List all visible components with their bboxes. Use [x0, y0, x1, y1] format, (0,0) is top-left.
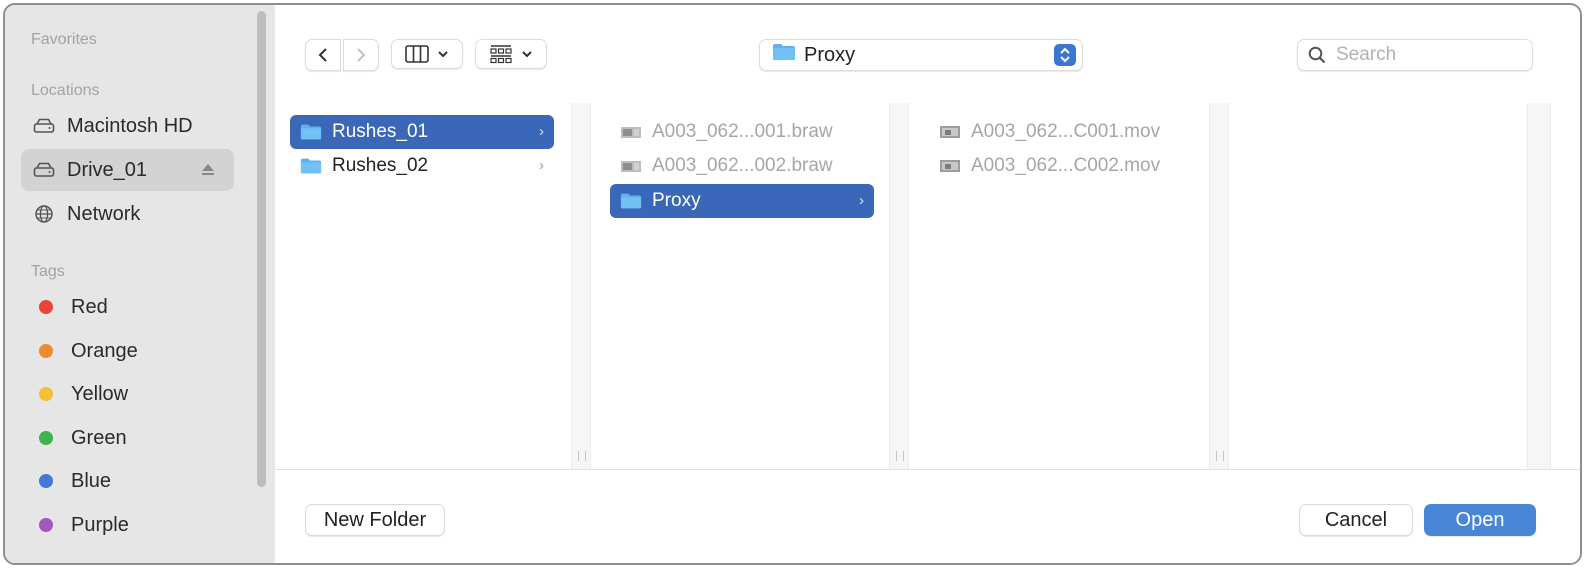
sidebar-item-network[interactable]: Network — [21, 193, 234, 235]
red-tag-dot-icon — [39, 300, 53, 314]
item-label: A003_062...C002.mov — [971, 155, 1161, 176]
search-icon — [1308, 46, 1326, 64]
column-3: A003_062...C001.mov A003_062...C002.mov — [909, 103, 1209, 469]
video-file-icon — [620, 124, 642, 140]
column-4 — [1229, 103, 1527, 469]
chevron-left-icon — [318, 48, 327, 62]
list-item-proxy[interactable]: Proxy › — [610, 184, 874, 218]
chevron-right-icon: › — [539, 123, 544, 140]
item-label: Proxy — [652, 190, 701, 211]
column-browser: Rushes_01 › Rushes_02 › A003_062...001.b… — [275, 103, 1580, 470]
video-thumbnail-icon — [939, 158, 961, 174]
sidebar-item-drive-01[interactable]: Drive_01 — [21, 149, 234, 191]
eject-icon[interactable] — [200, 160, 216, 178]
sidebar: Favorites Locations Macintosh HD Drive_0… — [5, 5, 275, 563]
column-resize-handle[interactable] — [1527, 103, 1551, 469]
cancel-button[interactable]: Cancel — [1299, 504, 1413, 536]
column-resize-handle[interactable] — [1209, 103, 1229, 469]
list-item-rushes-02[interactable]: Rushes_02 › — [290, 149, 554, 183]
grip-icon — [578, 451, 586, 461]
item-label: Rushes_01 — [332, 121, 429, 142]
list-item-mov-c001[interactable]: A003_062...C001.mov — [929, 115, 1199, 149]
folder-icon — [772, 43, 796, 67]
tag-green[interactable]: Green — [21, 417, 234, 459]
sidebar-scrollbar[interactable] — [257, 11, 266, 487]
column-resize-handle[interactable] — [571, 103, 591, 469]
forward-button[interactable] — [343, 39, 379, 71]
chevron-down-icon — [522, 51, 532, 58]
item-label: Rushes_02 — [332, 155, 429, 176]
toolbar: Proxy Search — [275, 5, 1580, 104]
item-label: A003_062...C001.mov — [971, 121, 1161, 142]
columns-view-icon — [405, 45, 429, 63]
chevron-right-icon: › — [859, 192, 864, 209]
tags-header: Tags — [31, 263, 65, 280]
new-folder-button[interactable]: New Folder — [305, 504, 445, 536]
list-item-mov-c002[interactable]: A003_062...C002.mov — [929, 149, 1199, 183]
video-file-icon — [620, 158, 642, 174]
tag-red[interactable]: Red — [21, 286, 234, 328]
chevron-right-icon: › — [539, 157, 544, 174]
open-dialog: Favorites Locations Macintosh HD Drive_0… — [3, 3, 1582, 565]
dialog-footer: New Folder Cancel Open — [275, 470, 1580, 563]
open-button[interactable]: Open — [1424, 504, 1536, 536]
locations-header: Locations — [31, 82, 100, 99]
chevron-right-icon — [357, 48, 366, 62]
globe-icon — [33, 203, 55, 225]
tag-purple[interactable]: Purple — [21, 504, 234, 546]
column-1: Rushes_01 › Rushes_02 › — [275, 103, 571, 469]
navigation-buttons — [305, 39, 381, 71]
list-item-rushes-01[interactable]: Rushes_01 › — [290, 115, 554, 149]
tag-label: Yellow — [71, 382, 129, 405]
grip-icon — [1216, 451, 1224, 461]
path-popup-label: Proxy — [804, 43, 856, 66]
folder-icon — [300, 123, 322, 141]
tag-label: Blue — [71, 469, 112, 492]
purple-tag-dot-icon — [39, 518, 53, 532]
list-item-braw-001[interactable]: A003_062...001.braw — [610, 115, 874, 149]
path-popup-button[interactable]: Proxy — [759, 39, 1083, 71]
group-by-button[interactable] — [475, 39, 547, 69]
folder-icon — [300, 157, 322, 175]
folder-icon — [620, 192, 642, 210]
sidebar-item-label: Network — [67, 202, 141, 225]
list-item-braw-002[interactable]: A003_062...002.braw — [610, 149, 874, 183]
group-grid-icon — [490, 45, 512, 64]
item-label: A003_062...001.braw — [652, 121, 833, 142]
up-down-arrows-icon — [1054, 44, 1076, 66]
sidebar-item-label: Drive_01 — [67, 158, 148, 181]
tag-label: Purple — [71, 513, 129, 536]
video-thumbnail-icon — [939, 124, 961, 140]
tag-label: Orange — [71, 339, 138, 362]
tag-yellow[interactable]: Yellow — [21, 373, 234, 415]
tag-orange[interactable]: Orange — [21, 330, 234, 372]
item-label: A003_062...002.braw — [652, 155, 833, 176]
tag-label: Green — [71, 426, 127, 449]
green-tag-dot-icon — [39, 431, 53, 445]
column-2: A003_062...001.braw A003_062...002.braw … — [591, 103, 889, 469]
column-resize-handle[interactable] — [889, 103, 909, 469]
chevron-down-icon — [438, 51, 448, 58]
favorites-header: Favorites — [31, 31, 97, 48]
sidebar-item-macintosh-hd[interactable]: Macintosh HD — [21, 105, 234, 147]
blue-tag-dot-icon — [39, 474, 53, 488]
search-placeholder: Search — [1336, 44, 1397, 65]
yellow-tag-dot-icon — [39, 387, 53, 401]
sidebar-item-label: Macintosh HD — [67, 114, 193, 137]
tag-label: Red — [71, 295, 108, 318]
disk-icon — [33, 115, 55, 137]
tag-blue[interactable]: Blue — [21, 460, 234, 502]
view-mode-button[interactable] — [391, 39, 463, 69]
search-field[interactable]: Search — [1297, 39, 1533, 71]
grip-icon — [896, 451, 904, 461]
back-button[interactable] — [305, 39, 341, 71]
orange-tag-dot-icon — [39, 344, 53, 358]
disk-icon — [33, 159, 55, 181]
